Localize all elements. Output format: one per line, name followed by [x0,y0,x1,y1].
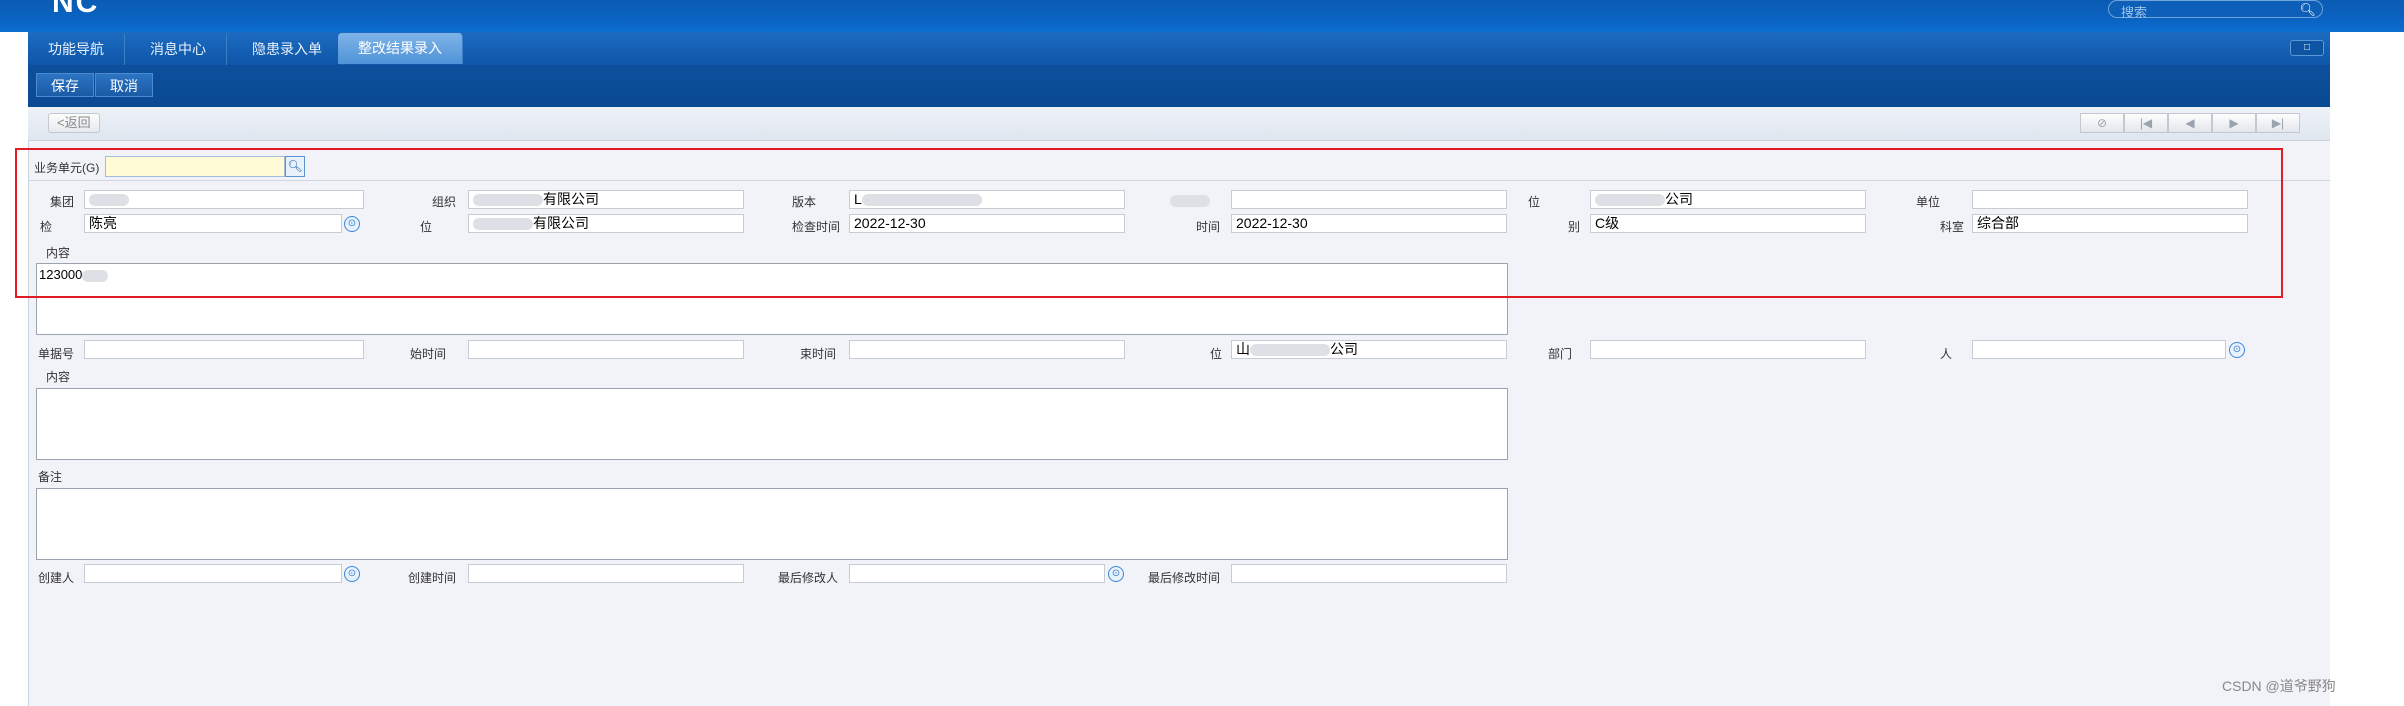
previous-record-icon[interactable]: ◀ [2168,113,2212,133]
watermark: CSDN @道爷野狗 [2222,678,2336,694]
created-time-field[interactable] [468,564,744,583]
person-label: 人 [1940,347,1953,361]
person-lookup-icon[interactable]: ⊙ [2229,342,2245,358]
modifier-field[interactable] [849,564,1105,583]
tab-message-center[interactable]: 消息中心 [130,34,227,65]
rect-unit-label: 位 [1210,347,1223,361]
start-time-label: 始时间 [410,347,447,361]
person-field[interactable] [1972,340,2226,359]
created-time-label: 创建时间 [408,571,457,585]
dept-label: 部门 [1548,347,1573,361]
creator-field[interactable] [84,564,342,583]
attachment-icon[interactable]: ⊘ [2080,113,2124,133]
navigation-bar: <返回 ⊘ |◀ ◀ ▶ ▶| [28,107,2330,141]
bill-no-label: 单据号 [38,347,75,361]
app-header: NC 搜索 🔍︎ [0,0,2404,32]
maximize-button[interactable]: □ [2290,40,2324,56]
creator-lookup-icon[interactable]: ⊙ [344,566,360,582]
rect-unit-value-tail: 公司 [1330,341,1358,357]
cancel-button[interactable]: 取消 [95,73,153,97]
modified-time-label: 最后修改时间 [1148,571,1221,585]
first-record-icon[interactable]: |◀ [2124,113,2168,133]
back-button[interactable]: <返回 [48,113,100,133]
end-time-label: 束时间 [800,347,837,361]
rect-unit-field[interactable]: 山 公司 [1231,340,1507,359]
tab-bar: 功能导航 消息中心 隐患录入单 整改结果录入 [28,32,2330,65]
action-toolbar: 保存 取消 [28,65,2330,107]
remark-textarea[interactable] [36,488,1508,560]
start-time-field[interactable] [468,340,744,359]
modifier-label: 最后修改人 [778,571,839,585]
remark-label: 备注 [38,470,63,484]
end-time-field[interactable] [849,340,1125,359]
modifier-lookup-icon[interactable]: ⊙ [1108,566,1124,582]
creator-label: 创建人 [38,571,75,585]
rect-content-textarea[interactable] [36,388,1508,460]
tab-rectification-entry[interactable]: 整改结果录入 [338,33,463,64]
next-record-icon[interactable]: ▶ [2212,113,2256,133]
bill-no-field[interactable] [84,340,364,359]
app-logo: NC [52,0,100,19]
annotation-highlight-box [15,148,2283,298]
search-icon[interactable]: 🔍︎ [2299,2,2316,18]
dept-field[interactable] [1590,340,1866,359]
save-button[interactable]: 保存 [36,73,94,97]
search-placeholder: 搜索 [2121,5,2148,20]
rect-unit-value: 山 [1236,341,1250,357]
modified-time-field[interactable] [1231,564,1507,583]
rect-content-label: 内容 [46,370,71,384]
tab-function-nav[interactable]: 功能导航 [28,34,125,65]
tab-hazard-entry[interactable]: 隐患录入单 [232,34,343,65]
last-record-icon[interactable]: ▶| [2256,113,2300,133]
global-search[interactable]: 搜索 🔍︎ [2108,0,2323,20]
